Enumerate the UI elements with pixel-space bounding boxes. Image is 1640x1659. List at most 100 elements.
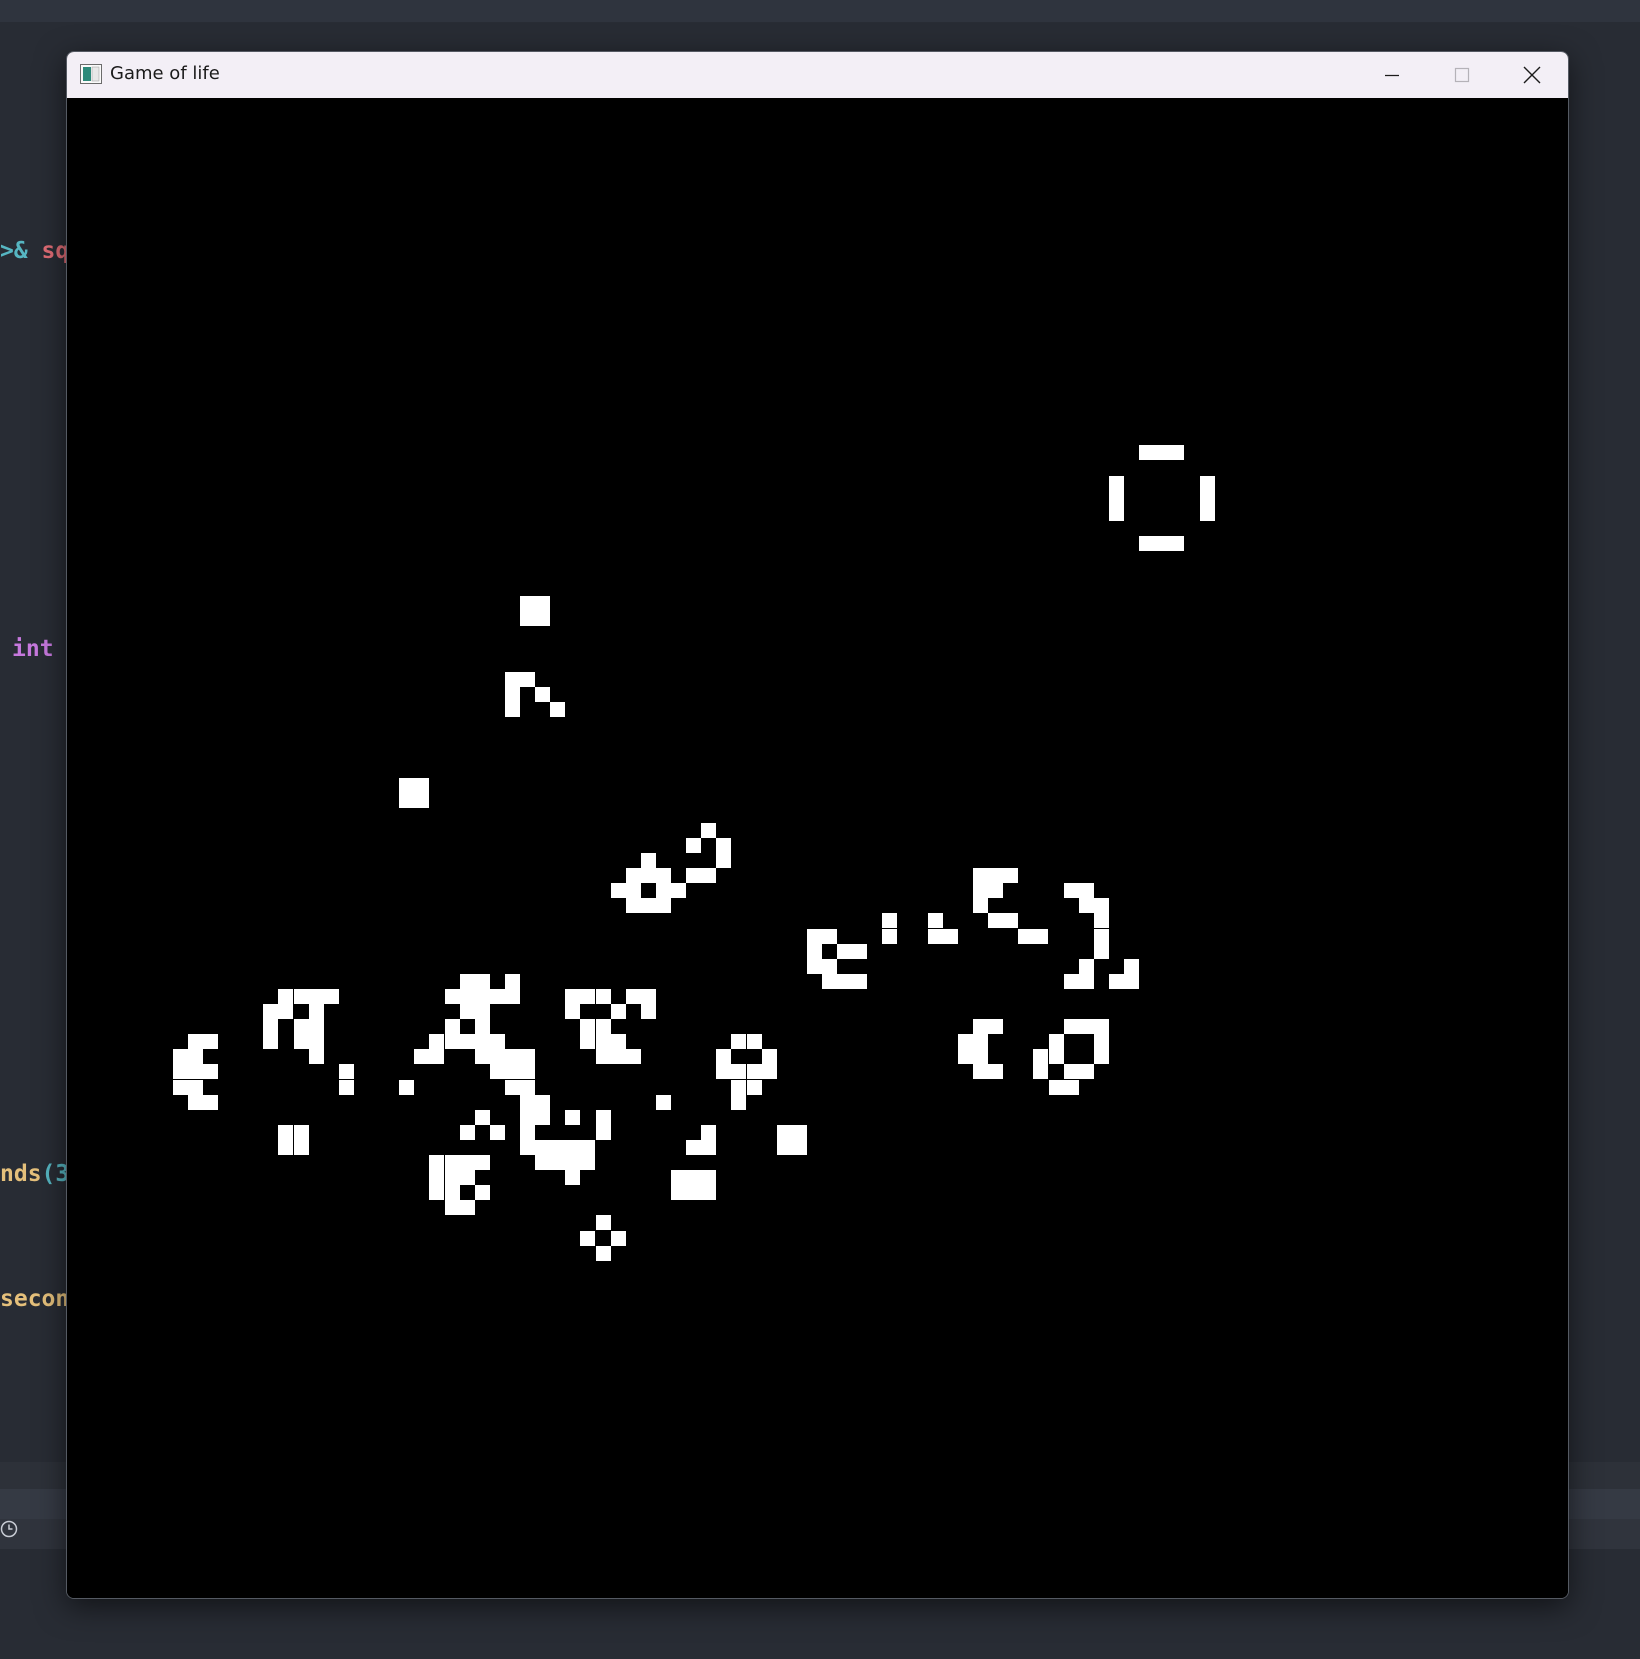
live-cell [595,1019,611,1035]
live-cell [973,883,989,899]
live-cell [565,1004,581,1020]
live-cell [625,883,641,899]
live-cell [973,898,989,914]
live-cell [595,1034,611,1050]
live-cell [625,1049,641,1065]
live-cell [1033,1064,1049,1080]
live-cell [610,1230,626,1246]
live-cell [806,943,822,959]
live-cell [837,943,853,959]
live-cell [595,1124,611,1140]
live-cell [1093,1019,1109,1035]
desktop-background: >& sq int nds(3 secon Game of life [0,0,1640,1659]
live-cell [459,988,475,1004]
live-cell [686,868,702,884]
close-button[interactable] [1497,52,1567,98]
live-cell [489,988,505,1004]
live-cell [444,1170,460,1186]
live-cell [655,1094,671,1110]
window-titlebar[interactable]: Game of life [67,52,1568,98]
live-cell [852,943,868,959]
live-cell [504,702,520,718]
live-cell [1093,943,1109,959]
live-cell [459,1034,475,1050]
live-cell [474,1049,490,1065]
live-cell [429,1034,445,1050]
live-cell [278,1139,294,1155]
live-cell [504,973,520,989]
live-cell [429,1170,445,1186]
window-title: Game of life [110,63,220,84]
close-icon [1523,66,1541,84]
code-token: secon [0,1286,70,1312]
live-cell [1108,505,1124,521]
live-cell [550,1139,566,1155]
clock-icon[interactable] [0,1520,18,1538]
live-cell [625,898,641,914]
live-cell [489,1124,505,1140]
live-cell [595,1049,611,1065]
live-cell [1139,445,1155,461]
live-cell [580,988,596,1004]
live-cell [520,1139,536,1155]
live-cell [701,1185,717,1201]
live-cell [1108,475,1124,491]
live-cell [520,611,536,627]
live-cell [504,1064,520,1080]
live-cell [202,1064,218,1080]
live-cell [202,1094,218,1110]
maximize-button[interactable] [1427,52,1497,98]
live-cell [520,1079,536,1095]
live-cell [489,1034,505,1050]
live-cell [474,988,490,1004]
live-cell [746,1034,762,1050]
live-cell [278,1124,294,1140]
live-cell [414,1049,430,1065]
live-cell [852,973,868,989]
live-cell [927,928,943,944]
life-grid-canvas[interactable] [67,98,1568,1598]
live-cell [882,928,898,944]
live-cell [293,1034,309,1050]
live-cell [172,1079,188,1095]
live-cell [535,1094,551,1110]
live-cell [716,1049,732,1065]
minimize-button[interactable] [1357,52,1427,98]
live-cell [1003,913,1019,929]
minimize-icon [1385,74,1399,77]
live-cell [474,1004,490,1020]
live-cell [761,1049,777,1065]
live-cell [595,1109,611,1125]
live-cell [263,1004,279,1020]
live-cell [655,898,671,914]
code-fragment: int [12,636,54,662]
live-cell [474,1155,490,1171]
live-cell [610,1034,626,1050]
live-cell [187,1049,203,1065]
live-cell [822,958,838,974]
live-cell [1078,1064,1094,1080]
live-cell [323,988,339,1004]
live-cell [595,1245,611,1261]
live-cell [640,988,656,1004]
live-cell [187,1064,203,1080]
live-cell [308,988,324,1004]
live-cell [414,792,430,808]
live-cell [1108,490,1124,506]
live-cell [1018,928,1034,944]
live-cell [761,1064,777,1080]
live-cell [973,868,989,884]
live-cell [806,958,822,974]
live-cell [293,1124,309,1140]
live-cell [535,1155,551,1171]
live-cell [746,1064,762,1080]
live-cell [338,1064,354,1080]
live-cell [1048,1034,1064,1050]
code-fragment: >& sq [0,238,69,264]
live-cell [610,1004,626,1020]
live-cell [640,868,656,884]
live-cell [776,1139,792,1155]
live-cell [263,1019,279,1035]
live-cell [1093,913,1109,929]
live-cell [308,1019,324,1035]
